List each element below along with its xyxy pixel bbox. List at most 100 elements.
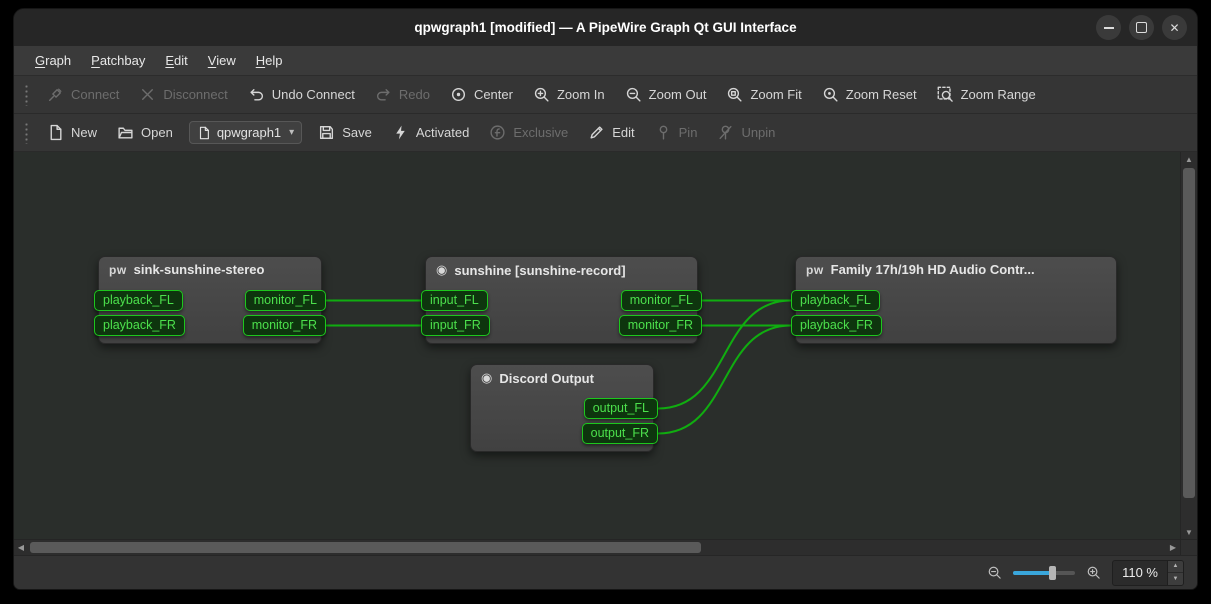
scroll-down-button[interactable]: ▼ — [1181, 525, 1197, 539]
canvas-zone: pwsink-sunshine-stereoplayback_FLplaybac… — [14, 152, 1197, 555]
port-playback_FR[interactable]: playback_FR — [94, 315, 185, 336]
zoom-spinbox[interactable]: 110 % ▲ ▼ — [1112, 560, 1184, 586]
record-icon: ◉ — [436, 262, 447, 278]
port-monitor_FR[interactable]: monitor_FR — [619, 315, 702, 336]
exclusive-label: Exclusive — [513, 125, 568, 140]
center-button[interactable]: Center — [440, 80, 523, 109]
connect-button[interactable]: Connect — [37, 80, 129, 109]
new-button[interactable]: New — [37, 118, 107, 147]
horizontal-scrollbar[interactable]: ◀ ▶ — [14, 539, 1180, 555]
port-playback_FR[interactable]: playback_FR — [791, 315, 882, 336]
vertical-scroll-track[interactable] — [1181, 166, 1197, 525]
graph-canvas[interactable]: pwsink-sunshine-stereoplayback_FLplaybac… — [14, 152, 1180, 539]
zoom-slider[interactable] — [1013, 565, 1075, 581]
menu-graph[interactable]: Graph — [26, 49, 80, 72]
menu-help[interactable]: Help — [247, 49, 292, 72]
pin-button[interactable]: Pin — [645, 118, 708, 147]
zoom-slider-handle[interactable] — [1049, 566, 1056, 580]
connections-svg — [14, 152, 1180, 539]
new-file-icon — [47, 124, 64, 141]
vertical-scroll-handle[interactable] — [1183, 168, 1195, 498]
port-input_FR[interactable]: input_FR — [421, 315, 490, 336]
lightning-icon — [392, 124, 409, 141]
zoom-fit-icon — [726, 86, 743, 103]
exclusive-icon — [489, 124, 506, 141]
save-icon — [318, 124, 335, 141]
port-output_FR[interactable]: output_FR — [582, 423, 658, 444]
new-label: New — [71, 125, 97, 140]
activated-button[interactable]: Activated — [382, 118, 479, 147]
node-sink-sunshine-stereo[interactable]: pwsink-sunshine-stereoplayback_FLplaybac… — [98, 256, 322, 344]
disconnect-label: Disconnect — [163, 87, 227, 102]
zoom-range-button[interactable]: Zoom Range — [927, 80, 1046, 109]
unpin-icon — [717, 124, 734, 141]
toolbar-drag-handle[interactable] — [24, 84, 29, 106]
disconnect-button[interactable]: Disconnect — [129, 80, 237, 109]
zoom-out-icon — [625, 86, 642, 103]
disconnect-icon — [139, 86, 156, 103]
exclusive-button[interactable]: Exclusive — [479, 118, 578, 147]
horizontal-scroll-track[interactable] — [28, 540, 1166, 555]
menu-view[interactable]: View — [199, 49, 245, 72]
zoom-in-button[interactable]: Zoom In — [523, 80, 615, 109]
redo-button[interactable]: Redo — [365, 80, 440, 109]
zoom-fit-button[interactable]: Zoom Fit — [716, 80, 811, 109]
node-title: ◉Discord Output — [471, 365, 653, 390]
zoom-value: 110 % — [1113, 561, 1167, 585]
vertical-scrollbar[interactable]: ▲ ▼ — [1180, 152, 1197, 539]
unpin-button[interactable]: Unpin — [707, 118, 785, 147]
statusbar: 110 % ▲ ▼ — [14, 555, 1197, 589]
scroll-left-button[interactable]: ◀ — [14, 540, 28, 555]
spin-down-button[interactable]: ▼ — [1168, 573, 1183, 585]
port-monitor_FR[interactable]: monitor_FR — [243, 315, 326, 336]
zoom-spin-arrows: ▲ ▼ — [1167, 561, 1183, 585]
zoom-slider-fill — [1013, 571, 1051, 575]
window-controls: ✕ — [1096, 9, 1187, 46]
toolbar-main: Connect Disconnect Undo Connect Redo Cen… — [14, 76, 1197, 114]
node-title: ◉ sunshine [sunshine-record] — [426, 257, 697, 282]
node-discord-output[interactable]: ◉Discord Outputoutput_FLoutput_FR — [470, 364, 654, 452]
zoom-range-icon — [937, 86, 954, 103]
scroll-up-button[interactable]: ▲ — [1181, 152, 1197, 166]
zoom-reset-button[interactable]: Zoom Reset — [812, 80, 927, 109]
menubar: Graph Patchbay Edit View Help — [14, 46, 1197, 76]
horizontal-scroll-handle[interactable] — [30, 542, 701, 553]
port-monitor_FL[interactable]: monitor_FL — [245, 290, 326, 311]
zoom-range-label: Zoom Range — [961, 87, 1036, 102]
record-icon: ◉ — [481, 370, 492, 386]
zoom-in-small-icon[interactable] — [1086, 565, 1101, 580]
patchbay-profile-combo[interactable]: qpwgraph1 ▾ — [189, 121, 302, 144]
edit-button[interactable]: Edit — [578, 118, 644, 147]
menu-patchbay[interactable]: Patchbay — [82, 49, 154, 72]
patchbay-profile-value: qpwgraph1 — [217, 125, 281, 140]
port-monitor_FL[interactable]: monitor_FL — [621, 290, 702, 311]
pin-icon — [655, 124, 672, 141]
open-button[interactable]: Open — [107, 118, 183, 147]
undo-connect-button[interactable]: Undo Connect — [238, 80, 365, 109]
minimize-button[interactable] — [1096, 15, 1121, 40]
save-button[interactable]: Save — [308, 118, 382, 147]
menu-edit[interactable]: Edit — [156, 49, 196, 72]
port-playback_FL[interactable]: playback_FL — [94, 290, 183, 311]
spin-up-button[interactable]: ▲ — [1168, 561, 1183, 574]
node-title: pwsink-sunshine-stereo — [99, 257, 321, 281]
zoom-out-button[interactable]: Zoom Out — [615, 80, 717, 109]
node-sunshine[interactable]: ◉sunshine [sunshine-record]input_FLinput… — [425, 256, 698, 344]
window-title: qpwgraph1 [modified] — A PipeWire Graph … — [414, 20, 796, 35]
zoom-out-label: Zoom Out — [649, 87, 707, 102]
port-playback_FL[interactable]: playback_FL — [791, 290, 880, 311]
maximize-button[interactable] — [1129, 15, 1154, 40]
open-folder-icon — [117, 124, 134, 141]
close-icon: ✕ — [1169, 22, 1179, 34]
port-output_FL[interactable]: output_FL — [584, 398, 658, 419]
port-input_FL[interactable]: input_FL — [421, 290, 488, 311]
node-family-audio[interactable]: pwFamily 17h/19h HD Audio Contr...playba… — [795, 256, 1117, 344]
scroll-right-button[interactable]: ▶ — [1166, 540, 1180, 555]
node-title-text: sunshine [sunshine-record] — [454, 263, 625, 278]
center-icon — [450, 86, 467, 103]
undo-connect-label: Undo Connect — [272, 87, 355, 102]
toolbar-drag-handle[interactable] — [24, 122, 29, 144]
app-window: qpwgraph1 [modified] — A PipeWire Graph … — [13, 8, 1198, 590]
close-button[interactable]: ✕ — [1162, 15, 1187, 40]
zoom-out-small-icon[interactable] — [987, 565, 1002, 580]
